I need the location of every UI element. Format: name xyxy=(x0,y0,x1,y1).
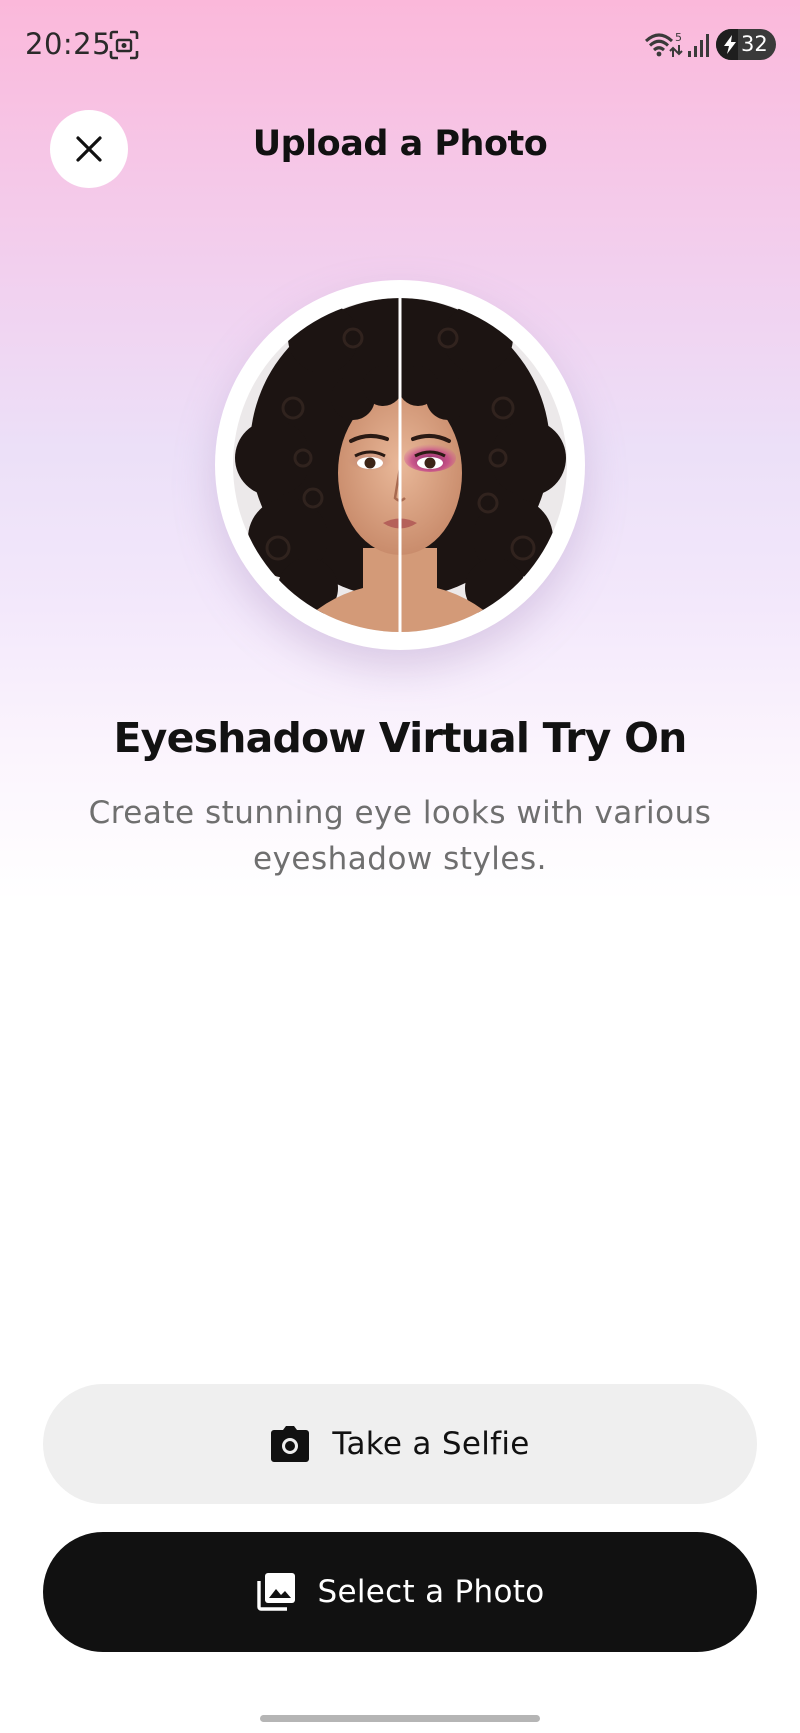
status-time: 20:25 xyxy=(25,27,112,61)
hero-before-after-image xyxy=(233,298,567,632)
photo-library-icon xyxy=(256,1573,295,1611)
status-bar: 20:25 5 32 xyxy=(0,0,800,90)
upload-photo-screen: 20:25 5 32 Upload a Photo Eyeshadow Virt… xyxy=(0,0,800,1733)
battery-level: 32 xyxy=(741,32,768,56)
feature-description: Create stunning eye looks with various e… xyxy=(88,795,712,877)
battery-indicator: 32 xyxy=(716,29,776,60)
signal-icon xyxy=(688,34,709,57)
select-photo-button[interactable]: Select a Photo xyxy=(43,1532,757,1652)
close-icon xyxy=(76,136,102,162)
camera-icon xyxy=(271,1426,310,1462)
screenshot-icon xyxy=(109,30,139,60)
home-indicator[interactable] xyxy=(260,1715,540,1722)
feature-title: Eyeshadow Virtual Try On xyxy=(113,714,687,762)
page-title: Upload a Photo xyxy=(252,124,548,164)
select-photo-label: Select a Photo xyxy=(317,1574,545,1610)
take-selfie-label: Take a Selfie xyxy=(332,1426,530,1462)
battery-charging-icon xyxy=(724,35,736,54)
take-selfie-button[interactable]: Take a Selfie xyxy=(43,1384,757,1504)
close-button[interactable] xyxy=(50,110,128,188)
network-badge: 5 xyxy=(675,31,682,44)
wifi-icon: 5 xyxy=(644,31,683,57)
